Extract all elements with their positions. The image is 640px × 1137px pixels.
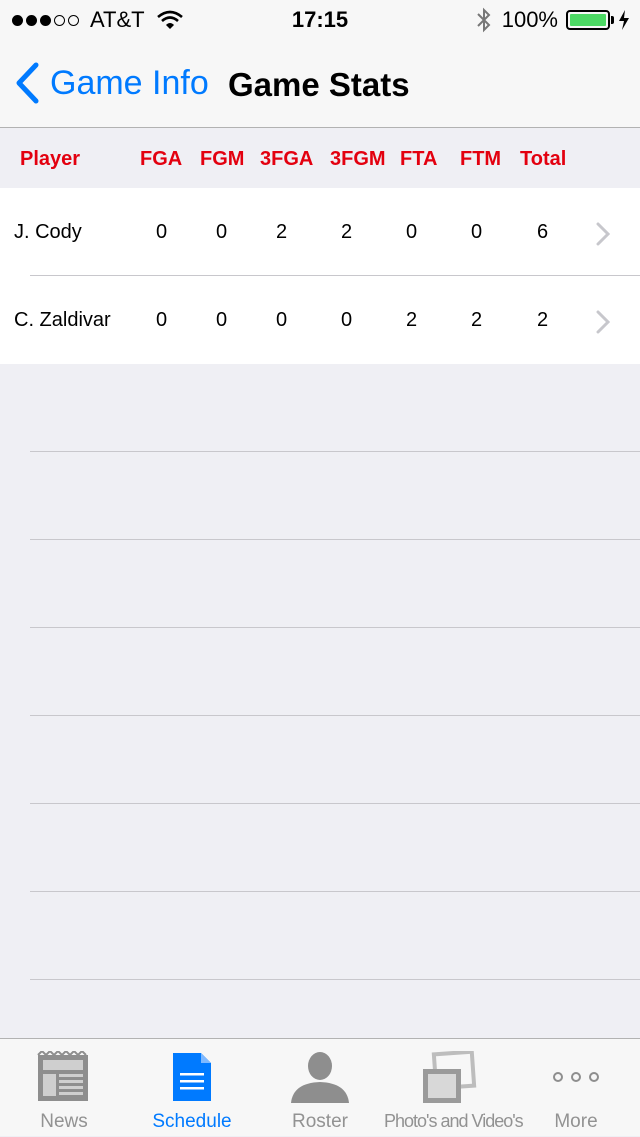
divider	[30, 540, 640, 628]
column-header-total: Total	[520, 148, 567, 170]
cell-fga: 0	[156, 221, 168, 243]
back-button-label: Game Info	[50, 63, 209, 102]
chevron-right-icon	[596, 222, 610, 246]
bluetooth-icon	[477, 7, 491, 33]
divider	[30, 452, 640, 540]
charging-bolt-icon	[619, 10, 629, 30]
cell-3fgm: 2	[341, 221, 353, 243]
cell-3fga: 2	[276, 221, 288, 243]
divider	[30, 804, 640, 892]
cell-fgm: 0	[216, 309, 228, 331]
column-header-3fga: 3FGA	[260, 148, 314, 170]
player-name: C. Zaldivar	[14, 309, 111, 331]
player-name: J. Cody	[14, 221, 82, 243]
tab-label: News	[40, 1111, 88, 1132]
tab-label: Schedule	[152, 1111, 232, 1132]
cell-fga: 0	[156, 309, 168, 331]
tab-news[interactable]: News	[0, 1039, 128, 1137]
newspaper-icon	[37, 1051, 88, 1101]
empty-table-area	[0, 364, 640, 980]
tab-bar: News Schedule Roster Photo's and Video's	[0, 1038, 640, 1136]
cell-total: 2	[537, 309, 549, 331]
tab-label: Photo's and Video's	[384, 1111, 524, 1131]
column-header-fta: FTA	[400, 148, 438, 170]
status-right: 100%	[476, 7, 630, 33]
document-icon	[173, 1053, 211, 1101]
status-bar: AT&T 17:15 100%	[0, 0, 640, 40]
cell-fgm: 0	[216, 221, 228, 243]
divider	[30, 892, 640, 980]
photos-icon	[423, 1051, 477, 1103]
battery-icon	[566, 10, 610, 30]
person-icon	[291, 1052, 349, 1103]
cell-fta: 2	[406, 309, 418, 331]
tab-roster[interactable]: Roster	[256, 1039, 384, 1137]
tab-label: Roster	[292, 1111, 348, 1132]
back-button[interactable]: Game Info	[14, 62, 209, 104]
chevron-right-icon	[596, 310, 610, 334]
column-header-player: Player	[20, 148, 81, 170]
divider	[30, 716, 640, 804]
battery-percentage: 100%	[501, 7, 558, 32]
divider	[30, 364, 640, 452]
cell-3fga: 0	[276, 309, 288, 331]
column-header-fgm: FGM	[200, 148, 245, 170]
column-header-ftm: FTM	[460, 148, 502, 170]
more-dots-icon	[553, 1072, 599, 1082]
column-header-fga: FGA	[140, 148, 183, 170]
cell-fta: 0	[406, 221, 418, 243]
tab-label: More	[554, 1111, 598, 1132]
divider	[30, 628, 640, 716]
cell-ftm: 0	[471, 221, 483, 243]
chevron-left-icon	[16, 62, 39, 104]
tab-schedule[interactable]: Schedule	[128, 1039, 256, 1137]
column-header-3fgm: 3FGM	[330, 148, 386, 170]
stats-header-row: Player FGA FGM 3FGA 3FGM FTA FTM Total	[0, 130, 640, 188]
tab-more[interactable]: More	[512, 1039, 640, 1137]
table-row[interactable]: C. Zaldivar 0 0 0 0 2 2 2	[0, 276, 640, 364]
stats-table: J. Cody 0 0 2 2 0 0 6 C. Zaldivar 0 0 0 …	[0, 188, 640, 364]
navigation-bar: Game Info Game Stats	[0, 40, 640, 128]
tab-photos-videos[interactable]: Photo's and Video's	[384, 1039, 524, 1137]
cell-ftm: 2	[471, 309, 483, 331]
page-title: Game Stats	[228, 66, 410, 103]
cell-total: 6	[537, 221, 549, 243]
cell-3fgm: 0	[341, 309, 353, 331]
table-row[interactable]: J. Cody 0 0 2 2 0 0 6	[0, 188, 640, 276]
